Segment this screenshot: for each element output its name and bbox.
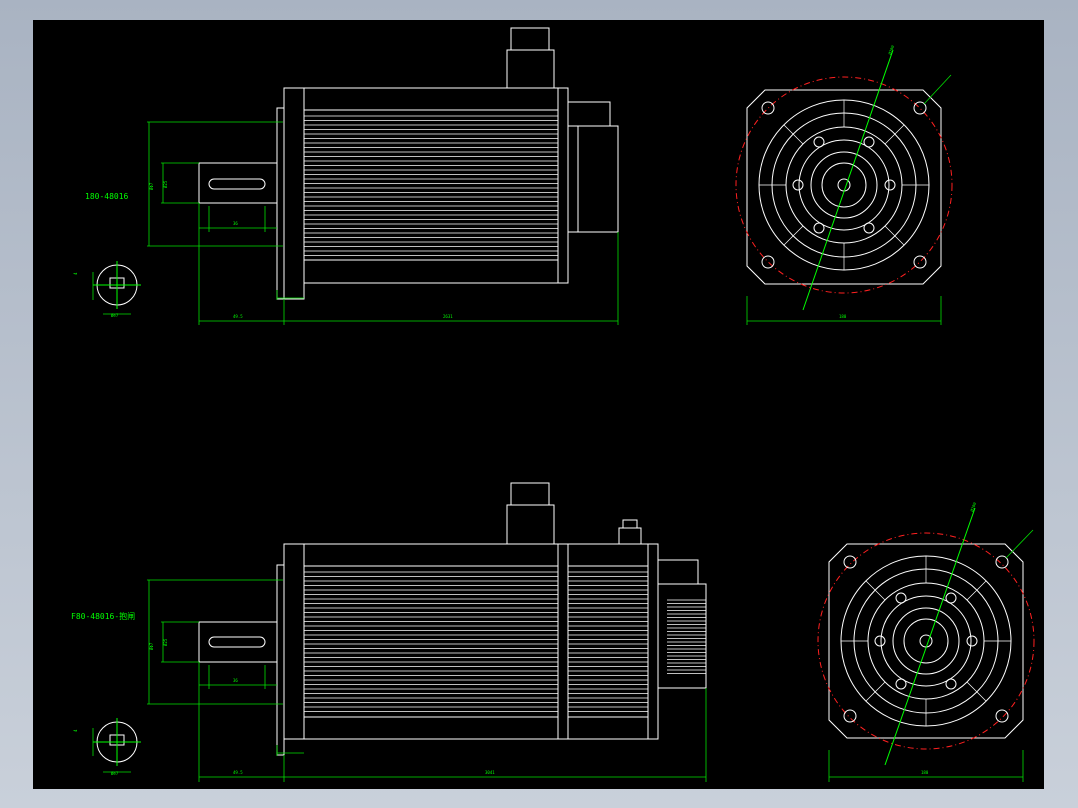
cad-drawing-canvas[interactable]: ØΦ7 Ø25 49.5 2631 36 180-48016 Øe7 4 180… [33, 20, 1044, 789]
shaft-section-bottom: Øe7 4 [73, 718, 141, 776]
top-model-label: 180-48016 [85, 192, 129, 201]
svg-text:4: 4 [73, 729, 78, 732]
bottom-model-label: F80-48016-抱闸 [71, 611, 135, 621]
svg-text:2631: 2631 [443, 314, 453, 319]
svg-text:49.5: 49.5 [233, 314, 243, 319]
svg-text:180: 180 [839, 314, 847, 319]
front-flange-view-top: 180 Ø200 [735, 44, 953, 325]
front-flange-view-bottom: 180 Ø200 [817, 501, 1035, 782]
svg-text:3041: 3041 [485, 770, 495, 775]
svg-text:Øe7: Øe7 [111, 313, 119, 318]
svg-text:ØΦ7: ØΦ7 [149, 642, 154, 650]
svg-text:49.5: 49.5 [233, 770, 243, 775]
svg-text:Øe7: Øe7 [111, 771, 119, 776]
shaft-section-top: Øe7 4 [73, 261, 141, 318]
svg-text:ØΦ7: ØΦ7 [149, 182, 154, 190]
cad-drawing: ØΦ7 Ø25 49.5 2631 36 180-48016 Øe7 4 180… [71, 27, 1035, 782]
svg-text:Ø25: Ø25 [163, 180, 168, 188]
svg-text:Ø200: Ø200 [887, 44, 895, 55]
svg-text:36: 36 [233, 678, 238, 683]
svg-text:Ø200: Ø200 [969, 501, 977, 512]
motor-side-view-top [198, 27, 619, 300]
svg-text:Ø25: Ø25 [163, 638, 168, 646]
motor-side-view-bottom [198, 482, 707, 756]
dimensions-bottom: ØΦ7 Ø25 49.5 3041 36 [147, 579, 707, 782]
svg-text:4: 4 [73, 272, 78, 275]
svg-text:180: 180 [921, 770, 929, 775]
svg-text:36: 36 [233, 221, 238, 226]
dimensions-top: ØΦ7 Ø25 49.5 2631 36 [147, 121, 619, 325]
